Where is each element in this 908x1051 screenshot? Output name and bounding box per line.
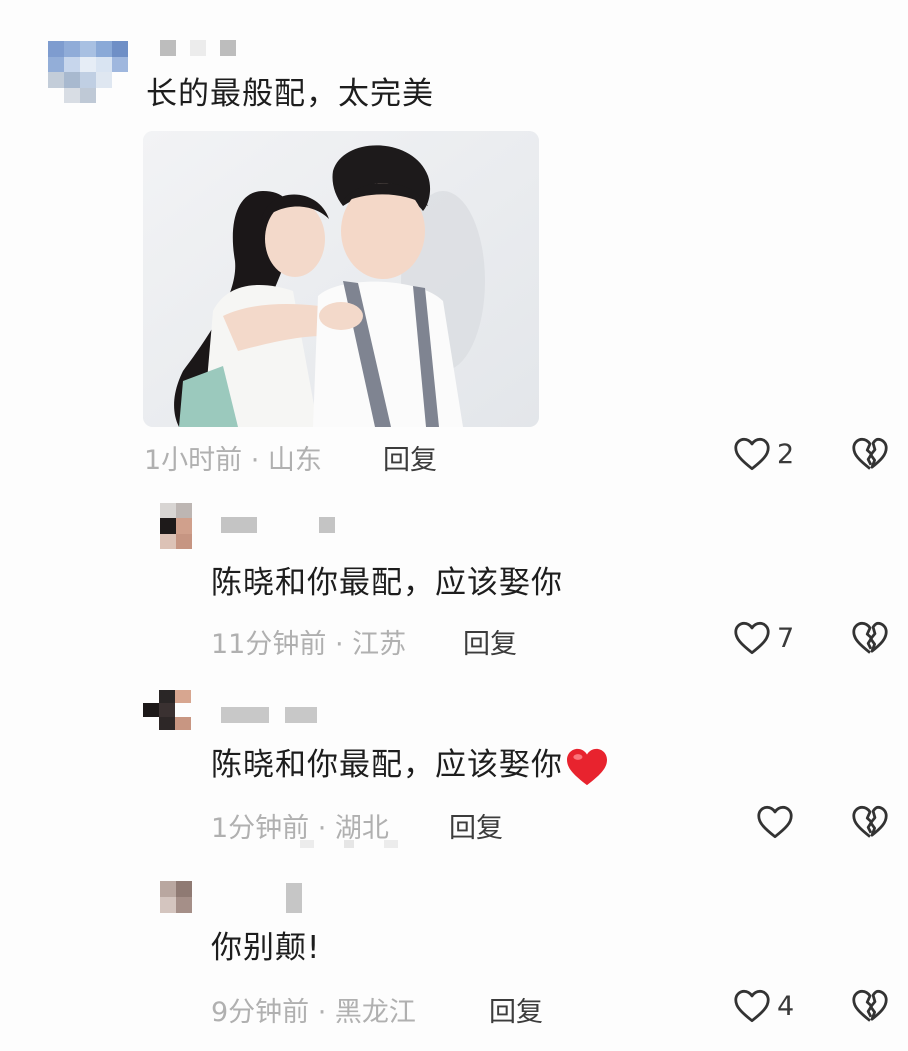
like-button[interactable]: 2 [733,437,794,471]
red-heart-emoji-icon [567,748,607,785]
heart-outline-icon [734,989,770,1023]
heart-outline-icon [734,437,770,471]
broken-heart-icon [852,989,888,1022]
comment-text-content: 陈晓和你最配，应该娶你 [211,747,563,783]
heart-outline-icon [734,621,770,655]
username-redacted[interactable] [221,517,335,533]
username-redacted[interactable] [286,883,302,913]
dislike-button[interactable] [851,805,889,843]
like-count: 7 [777,622,795,654]
like-count: 4 [777,990,795,1022]
comment-meta: 11分钟前 · 江苏 [211,629,407,660]
broken-heart-icon [852,621,888,654]
like-button[interactable]: 4 [733,989,794,1023]
comment-meta: 9分钟前 · 黑龙江 [211,997,416,1028]
like-button[interactable]: 7 [733,621,794,655]
reply-button[interactable]: 回复 [383,438,437,477]
broken-heart-icon [852,805,888,838]
reply-button[interactable]: 回复 [489,990,543,1029]
reply-button[interactable]: 回复 [463,622,517,661]
dislike-button[interactable] [851,437,889,475]
comment-text: 陈晓和你最配，应该娶你 [211,565,563,601]
like-button[interactable] [756,805,800,839]
couple-photo-image [143,131,539,427]
avatar[interactable] [48,41,128,103]
comment-meta: 1小时前 · 山东 [144,445,322,476]
like-count: 2 [777,438,795,470]
comment-photo[interactable] [143,131,539,427]
avatar[interactable] [143,690,191,730]
broken-heart-icon [852,437,888,470]
dislike-button[interactable] [851,621,889,659]
heart-outline-icon [757,805,793,839]
avatar[interactable] [160,881,192,913]
dislike-button[interactable] [851,989,889,1027]
comment-text: 长的最般配，太完美 [146,76,434,112]
username-redacted[interactable] [221,707,317,723]
username-redacted[interactable] [160,40,236,56]
redaction-marks [300,840,420,850]
comment-text: 你别颠! [211,930,321,966]
reply-button[interactable]: 回复 [449,806,503,845]
comment-text: 陈晓和你最配，应该娶你 [211,743,609,787]
avatar[interactable] [160,503,192,549]
